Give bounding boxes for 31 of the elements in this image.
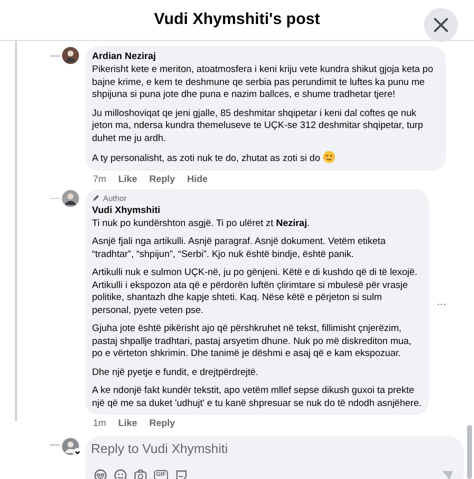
camera-icon[interactable]: [134, 469, 147, 479]
avatar[interactable]: [62, 47, 79, 64]
sticker-icon[interactable]: [175, 469, 188, 479]
comment-time[interactable]: 1m: [93, 417, 106, 430]
comment-paragraph: A ke ndonjë fakt kundër tekstit, apo vetëm mllef sepse dikush guxoi ta prekte një që me sa duket 'udhujt' e tu kanë shpresuar se nuk do të ndodh asnjëhere.: [92, 385, 422, 410]
avatar[interactable]: [62, 190, 79, 206]
reply-input[interactable]: Reply to Vudi Xhymshiti: [91, 440, 391, 458]
comment-paragraph: Ti nuk po kundërshton asgjë. Ti po ulëret zt Neziraj.: [92, 218, 311, 230]
close-button[interactable]: [424, 8, 458, 42]
comment-action[interactable]: Reply: [149, 172, 176, 186]
comment-paragraph: Artikulli nuk e sulmon UÇK-në, ju po gënjeni. Këtë e di kushdo që di të lexojë. Artikulli i ekspozon ata që e përdorën luftën çlirimtare si mbulesë për vrasje politike, shantazh dhe kapje shteti. Kaq. Nëse këtë e përjeton si sulm personal, pyete veten pse.: [92, 267, 418, 317]
comment-paragraph: Ju milloshoviqat qe jeni gjalle, 85 deshmitar shqipetar i keni dal coftes qe nuk jeton ma, ndersa kundra themeluseve te UÇK-se 312 deshmitar shqipetar, turp duhet me ju ardh.: [92, 108, 424, 145]
comment-author[interactable]: Ardian Neziraj: [92, 50, 156, 64]
comment-time[interactable]: 7m: [93, 172, 106, 186]
comment-author[interactable]: Vudi Xhymshiti: [92, 204, 160, 218]
comment-paragraph: Pikerisht kete e meriton, atoatmosfera i keni kriju vete kundra shikut gjoja keta po bajne krime, e kem te deshmune qe serbia pas perundimit te luftes ka punu me shpijuna si puna jote dhe puna e nazim ballces, e shume tradhetar tjere!: [92, 64, 434, 102]
comment-paragraph: Dhe një pyetje e fundit, e drejtpërdrejtë.: [92, 366, 260, 379]
author-label: Author: [103, 192, 127, 204]
pencil-icon: [92, 194, 100, 202]
comment-action[interactable]: Like: [118, 417, 138, 430]
close-icon: [434, 18, 448, 32]
more-button[interactable]: ...: [436, 294, 446, 310]
emoji-icon[interactable]: [114, 469, 127, 479]
window-title: Vudi Xhymshiti's post: [154, 10, 320, 30]
comment-action[interactable]: Reply: [149, 417, 176, 430]
comment-paragraph: A ty personalisht, as zoti nuk te do, zhutat as zoti si do: [92, 151, 439, 166]
avatar-sticker-icon[interactable]: [94, 469, 107, 479]
comment-action[interactable]: Hide: [187, 172, 208, 186]
comment-paragraph: Asnjë fjali nga artikulli. Asnjë paragraf. Asnjë dokument. Vetëm etiketa “tradhtar”, “shpijun”, “Serbi”. Kjo nuk është bindje, është panik.: [92, 236, 387, 261]
comment-action[interactable]: Like: [118, 172, 138, 186]
comment-paragraph: Gjuha jote është pikërisht ajo që përshkruhet në tekst, fillimisht çnjerëzim, pastaj shpallje tradhtari, pastaj arsyetim dhune. Nuk po më diskrediton mua, po e vërteton shkrimin. Dhe tanimë je dëshmi e asaj që e kam ekspozuar.: [92, 323, 412, 360]
